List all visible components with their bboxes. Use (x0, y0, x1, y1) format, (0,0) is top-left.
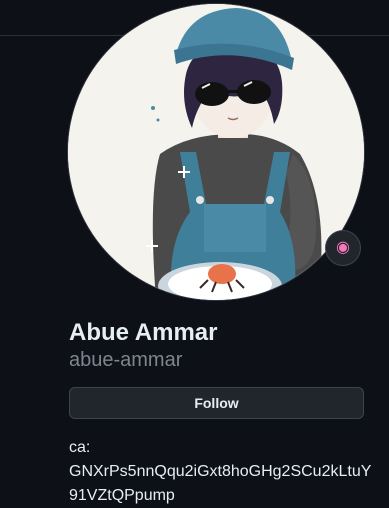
follow-button[interactable]: Follow (69, 387, 364, 419)
profile-display-name: Abue Ammar (69, 319, 218, 346)
profile-username: abue-ammar (69, 349, 183, 371)
bio-line: ca: (69, 439, 91, 456)
anime-boy-avatar-icon (68, 4, 364, 300)
status-emoji-icon: ◉ (336, 239, 350, 256)
status-emoji-button[interactable]: ◉ (325, 230, 361, 266)
bio-line: GNXrPs5nnQqu2iGxt8hoGHg2SCu2kLtuY (69, 463, 372, 480)
avatar[interactable] (68, 4, 364, 300)
profile-page: ◉ Abue Ammar abue-ammar Follow ca: GNXrP… (0, 0, 389, 508)
bio-line: 91VZtQPpump (69, 487, 175, 504)
profile-bio: ca: GNXrPs5nnQqu2iGxt8hoGHg2SCu2kLtuY 91… (69, 436, 374, 508)
